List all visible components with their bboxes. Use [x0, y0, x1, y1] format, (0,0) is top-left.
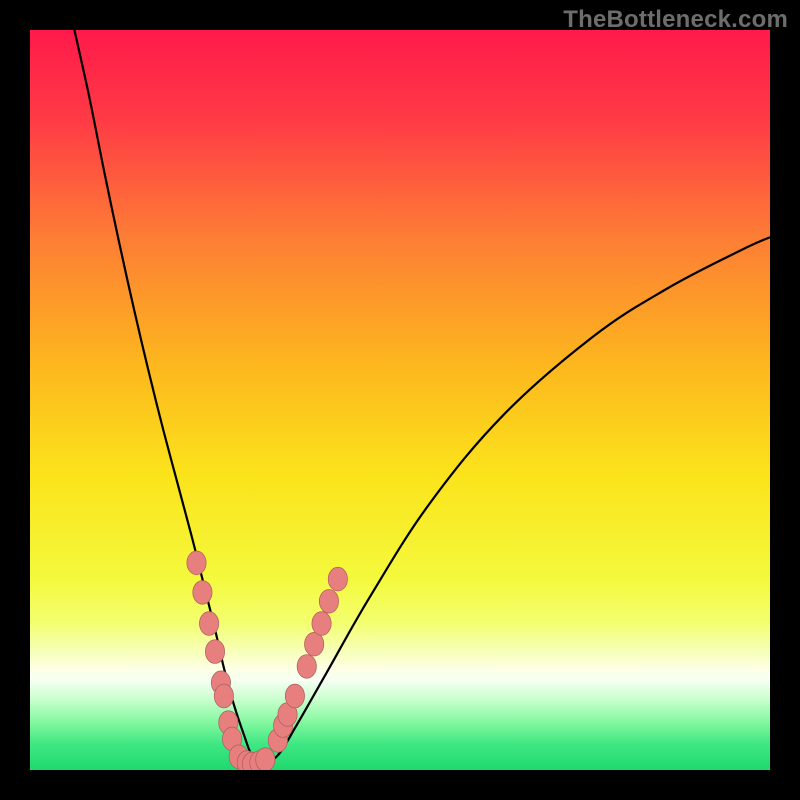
data-marker	[328, 567, 347, 591]
chart-stage: TheBottleneck.com	[0, 0, 800, 800]
data-marker	[297, 655, 316, 679]
data-marker	[205, 640, 224, 664]
data-marker	[305, 632, 324, 656]
data-marker	[187, 551, 206, 575]
plot-background	[30, 30, 770, 770]
data-marker	[319, 589, 338, 613]
data-marker	[193, 581, 212, 605]
data-marker	[256, 748, 275, 770]
data-marker	[312, 612, 331, 636]
bottleneck-plot	[30, 30, 770, 770]
data-marker	[285, 684, 304, 708]
data-marker	[214, 684, 233, 708]
data-marker	[199, 612, 218, 636]
